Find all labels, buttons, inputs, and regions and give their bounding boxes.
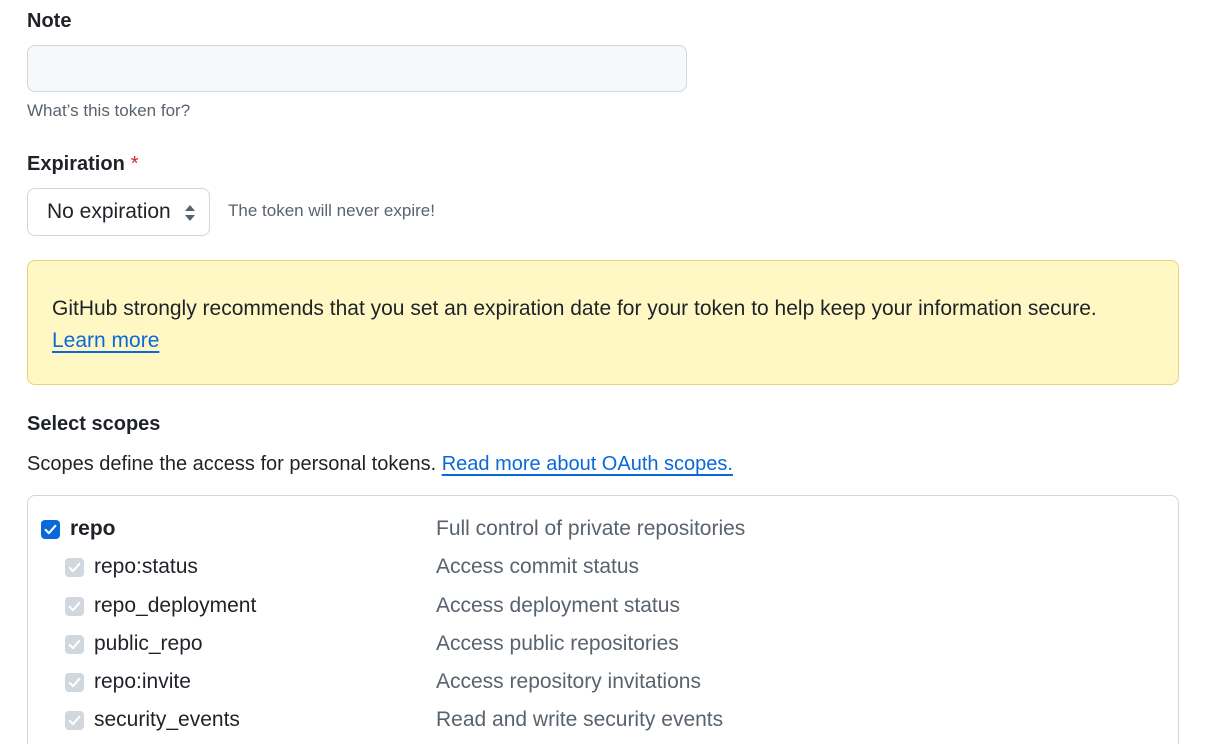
check-icon xyxy=(68,639,81,650)
scope-name: security_events xyxy=(94,708,240,731)
select-arrows-icon xyxy=(185,205,195,221)
check-icon xyxy=(68,601,81,612)
repo-deployment-checkbox[interactable] xyxy=(65,597,84,616)
oauth-scopes-link[interactable]: Read more about OAuth scopes. xyxy=(442,453,733,475)
check-icon xyxy=(44,524,57,535)
expiration-warning-banner: GitHub strongly recommends that you set … xyxy=(27,260,1179,385)
check-icon xyxy=(68,562,81,573)
note-label-text: Note xyxy=(27,10,72,32)
repo-checkbox[interactable] xyxy=(41,520,60,539)
expiration-label-text: Expiration xyxy=(27,153,125,175)
scope-row-security-events: security_events Read and write security … xyxy=(28,704,1178,734)
scopes-description: Scopes define the access for personal to… xyxy=(27,453,733,476)
scope-row-repo: repo Full control of private repositorie… xyxy=(28,513,1178,543)
warning-message: GitHub strongly recommends that you set … xyxy=(52,297,1097,320)
scope-description: Access deployment status xyxy=(436,594,680,617)
expiration-label: Expiration * xyxy=(27,153,139,176)
repo-invite-checkbox[interactable] xyxy=(65,673,84,692)
public-repo-checkbox[interactable] xyxy=(65,635,84,654)
expiration-select[interactable]: No expiration xyxy=(27,188,210,236)
expiration-hint: The token will never expire! xyxy=(228,201,435,220)
scopes-heading-text: Select scopes xyxy=(27,413,161,435)
scopes-list: repo Full control of private repositorie… xyxy=(27,495,1179,744)
scope-name: repo_deployment xyxy=(94,594,257,617)
scope-name: repo:status xyxy=(94,555,198,578)
required-marker: * xyxy=(130,153,139,175)
check-icon xyxy=(68,677,81,688)
scopes-description-text: Scopes define the access for personal to… xyxy=(27,453,437,475)
learn-more-link[interactable]: Learn more xyxy=(52,329,159,353)
scope-description: Access commit status xyxy=(436,555,640,578)
scopes-heading: Select scopes xyxy=(27,413,160,436)
scope-row-repo-status: repo:status Access commit status xyxy=(28,551,1178,581)
repo-status-checkbox[interactable] xyxy=(65,558,84,577)
scope-row-public-repo: public_repo Access public repositories xyxy=(28,628,1178,658)
expiration-selected-value: No expiration xyxy=(47,200,171,223)
scope-name: public_repo xyxy=(94,632,203,655)
scope-name: repo xyxy=(70,517,116,540)
scope-description: Access public repositories xyxy=(436,632,679,655)
scope-description: Access repository invitations xyxy=(436,670,701,693)
scope-description: Read and write security events xyxy=(436,708,724,731)
scope-row-repo-deployment: repo_deployment Access deployment status xyxy=(28,590,1178,620)
note-hint: What’s this token for? xyxy=(27,101,191,120)
check-icon xyxy=(68,715,81,726)
security-events-checkbox[interactable] xyxy=(65,711,84,730)
scope-name: repo:invite xyxy=(94,670,191,693)
scope-description: Full control of private repositories xyxy=(436,517,746,540)
scope-row-repo-invite: repo:invite Access repository invitation… xyxy=(28,666,1178,696)
note-input[interactable] xyxy=(27,45,687,92)
note-label: Note xyxy=(27,10,71,33)
